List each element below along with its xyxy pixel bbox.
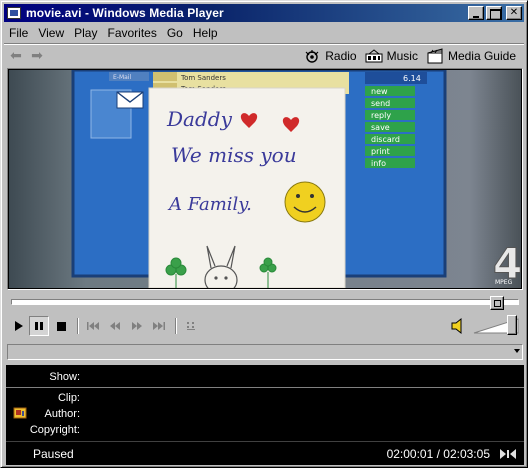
seek-bar[interactable]	[11, 299, 519, 305]
show-label: Show:	[49, 371, 80, 383]
radio-label: Radio	[325, 49, 357, 63]
rewind-icon	[110, 322, 120, 330]
copyright-value	[84, 424, 524, 436]
media-guide-icon	[426, 48, 444, 64]
clip-info-panel: Show: Clip: Author: Copyright:	[6, 365, 524, 441]
media-guide-label: Media Guide	[447, 49, 516, 63]
preview-button[interactable]	[181, 316, 201, 336]
clip-label: Clip:	[57, 392, 80, 404]
title-bar[interactable]: movie.avi - Windows Media Player ✕	[4, 4, 524, 22]
status-bar: Paused 02:00:01 / 02:03:05	[6, 441, 524, 465]
menu-favorites[interactable]: Favorites	[102, 26, 161, 40]
media-guide-link[interactable]: Media Guide	[426, 48, 516, 64]
menu-file[interactable]: File	[4, 26, 33, 40]
channel-watermark: 4 MPEG	[493, 239, 522, 289]
clip-properties-icon[interactable]	[13, 406, 27, 420]
back-arrow-icon[interactable]: ⬅	[7, 47, 25, 65]
window-title: movie.avi - Windows Media Player	[26, 6, 224, 20]
screen-menu-discard: discard	[371, 135, 400, 144]
music-label: Music	[386, 49, 418, 63]
copyright-label: Copyright:	[29, 424, 80, 436]
screen-menu-reply: reply	[371, 111, 391, 120]
stop-icon	[56, 321, 66, 331]
play-icon	[15, 321, 23, 331]
screen-menu-tag: 6.14	[403, 74, 421, 83]
toolbar-separator	[175, 318, 177, 334]
menu-play[interactable]: Play	[69, 26, 102, 40]
navigation-bar: ⬅ ➡ Radio Music Media Guide	[4, 45, 524, 67]
screen-menu-send: send	[371, 99, 390, 108]
clip-value	[84, 392, 524, 404]
fast-forward-icon	[132, 322, 142, 330]
stop-button[interactable]	[51, 316, 71, 336]
info-divider	[6, 387, 524, 388]
preview-icon	[187, 322, 195, 330]
show-value	[84, 371, 524, 383]
fast-forward-button[interactable]	[127, 316, 147, 336]
menu-bar: File View Play Favorites Go Help	[4, 24, 223, 42]
maximize-button[interactable]	[486, 6, 502, 20]
video-display[interactable]: Tom Sanders Tom Sanders E-Mail 6.14 new …	[9, 70, 521, 288]
email-tab-text: E-Mail	[113, 74, 131, 81]
handwriting-line-3: A Family.	[167, 194, 252, 215]
pause-button[interactable]	[29, 316, 49, 336]
video-scene: Tom Sanders Tom Sanders E-Mail 6.14 new …	[9, 70, 521, 288]
screen-menu-new: new	[371, 87, 388, 96]
smiley-drawing	[284, 181, 326, 223]
forward-arrow-icon[interactable]: ➡	[28, 47, 46, 65]
pause-icon	[35, 322, 43, 330]
menu-view[interactable]: View	[33, 26, 69, 40]
handwriting-line-2: We miss you	[171, 143, 297, 167]
media-player-icon[interactable]	[6, 6, 22, 20]
next-button[interactable]	[149, 316, 169, 336]
speaker-icon[interactable]	[449, 317, 467, 335]
screen-menu-save: save	[371, 123, 390, 132]
previous-icon	[87, 322, 99, 330]
radio-link[interactable]: Radio	[303, 48, 357, 64]
screen-menu-print: print	[371, 147, 390, 156]
music-icon	[365, 48, 383, 64]
toolbar-separator	[77, 318, 79, 334]
play-button[interactable]	[9, 316, 29, 336]
video-frame: Tom Sanders Tom Sanders E-Mail 6.14 new …	[7, 68, 523, 290]
menu-go[interactable]: Go	[162, 26, 188, 40]
transport-controls	[7, 314, 523, 338]
playback-status: Paused	[33, 446, 74, 461]
close-button[interactable]: ✕	[506, 6, 522, 20]
handwriting-line-1: Daddy	[166, 107, 233, 131]
svg-text:MPEG: MPEG	[495, 279, 513, 286]
menu-help[interactable]: Help	[188, 26, 223, 40]
previous-button[interactable]	[83, 316, 103, 336]
connection-quality-icon[interactable]	[498, 446, 518, 462]
radio-icon	[303, 48, 321, 64]
volume-slider-thumb[interactable]	[507, 315, 518, 335]
screen-menu-info: info	[371, 159, 386, 168]
email-from-text: Tom Sanders	[180, 74, 226, 82]
next-icon	[153, 322, 165, 330]
author-value	[84, 408, 524, 420]
seek-slider-thumb[interactable]	[490, 296, 505, 310]
music-link[interactable]: Music	[365, 48, 418, 64]
playback-time: 02:00:01 / 02:03:05	[386, 446, 490, 461]
rewind-button[interactable]	[105, 316, 125, 336]
minimize-button[interactable]	[468, 6, 484, 20]
playlist-dropdown[interactable]	[7, 344, 523, 360]
media-player-window: movie.avi - Windows Media Player ✕ File …	[0, 0, 528, 468]
chevron-down-icon[interactable]	[514, 349, 520, 353]
